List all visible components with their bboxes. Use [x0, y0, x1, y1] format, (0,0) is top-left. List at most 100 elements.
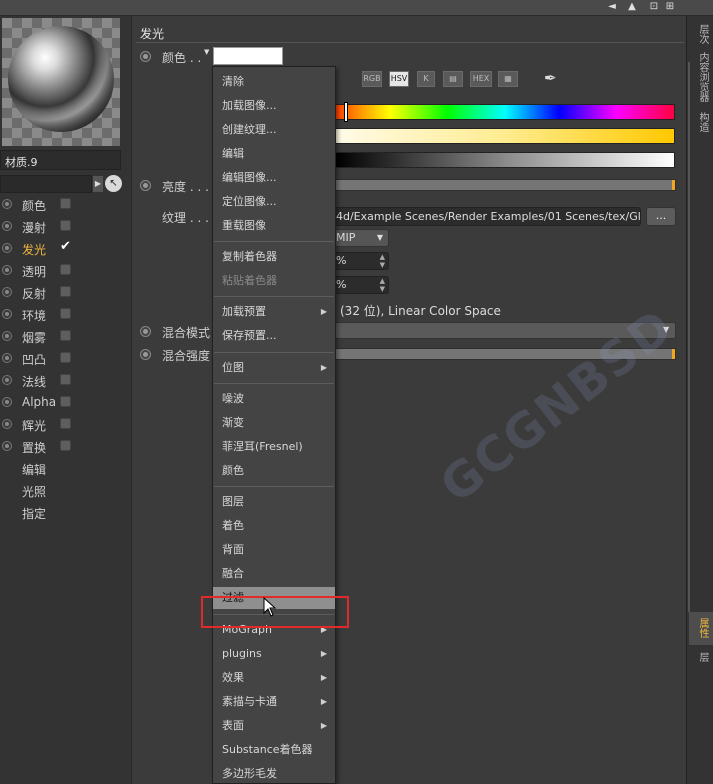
menu-item[interactable]: 清除	[213, 71, 335, 93]
channel-radio[interactable]	[2, 375, 12, 385]
channel-label[interactable]: Alpha	[22, 395, 56, 409]
channel-label[interactable]: 环境	[22, 307, 46, 324]
channel-radio[interactable]	[2, 199, 12, 209]
mixer-mode-button[interactable]: ▤	[443, 71, 463, 87]
eyedropper-icon[interactable]: ✒	[544, 69, 562, 89]
texture-path-field[interactable]: 4d/Example Scenes/Render Examples/01 Sce…	[323, 207, 641, 226]
channel-row[interactable]: 漫射	[0, 216, 130, 238]
lock-icon[interactable]: ⊡	[648, 1, 660, 13]
color-swatch[interactable]	[213, 47, 283, 65]
channel-row[interactable]: Alpha	[0, 392, 130, 414]
tab-content-browser[interactable]: 内容浏览器	[690, 52, 710, 102]
channel-radio[interactable]	[2, 243, 12, 253]
channel-checkbox[interactable]	[60, 352, 71, 363]
expand-arrow-icon[interactable]: ▶	[93, 176, 103, 192]
browse-button[interactable]: ...	[646, 207, 676, 226]
channel-checkbox[interactable]	[60, 330, 71, 341]
scrollbar[interactable]	[688, 62, 690, 612]
up-arrow-icon[interactable]: ▲	[626, 1, 638, 13]
material-preview[interactable]	[2, 18, 120, 146]
channel-checkbox[interactable]	[60, 418, 71, 429]
blend-strength-anim-radio[interactable]	[140, 349, 151, 360]
channel-label[interactable]: 颜色	[22, 197, 46, 214]
channel-checkbox[interactable]	[60, 286, 71, 297]
color-anim-radio[interactable]	[140, 51, 151, 62]
channel-row[interactable]: 反射	[0, 282, 130, 304]
channel-label[interactable]: 凹凸	[22, 351, 46, 368]
menu-item[interactable]: 渐变	[213, 412, 335, 434]
menu-item[interactable]: 创建纹理...	[213, 119, 335, 141]
channel-label[interactable]: 反射	[22, 285, 46, 302]
channel-radio[interactable]	[2, 397, 12, 407]
channel-checkbox[interactable]	[60, 374, 71, 385]
channel-label[interactable]: 透明	[22, 263, 46, 280]
channel-checkbox[interactable]	[60, 264, 71, 275]
slider-handle[interactable]	[672, 180, 675, 190]
channel-checkbox[interactable]	[60, 440, 71, 451]
tab-attributes[interactable]: 属性	[690, 618, 710, 638]
channel-radio[interactable]	[2, 287, 12, 297]
menu-item[interactable]: 编辑图像...	[213, 167, 335, 189]
menu-item[interactable]: 保存预置...	[213, 325, 335, 347]
menu-item[interactable]: 菲涅耳(Fresnel)	[213, 436, 335, 458]
channel-row[interactable]: 置换	[0, 436, 130, 458]
hex-mode-button[interactable]: HEX	[470, 71, 492, 87]
channel-row[interactable]: 凹凸	[0, 348, 130, 370]
channel-extra-item[interactable]: 指定	[0, 502, 130, 524]
channel-row[interactable]: 辉光	[0, 414, 130, 436]
channel-checkbox[interactable]	[60, 396, 71, 407]
menu-item[interactable]: 颜色	[213, 460, 335, 482]
channel-radio[interactable]	[2, 331, 12, 341]
menu-item[interactable]: 加载预置 ▶	[213, 301, 335, 323]
menu-item[interactable]: 位图 ▶	[213, 357, 335, 379]
channel-row[interactable]: 法线	[0, 370, 130, 392]
channel-radio[interactable]	[2, 265, 12, 275]
channel-checkbox[interactable]	[60, 220, 71, 231]
channel-label[interactable]: 法线	[22, 373, 46, 390]
channel-checkbox[interactable]	[60, 308, 71, 319]
brightness-slider[interactable]	[335, 179, 676, 191]
color-dropdown-icon[interactable]: ▼	[204, 48, 209, 56]
menu-item[interactable]: 素描与卡通 ▶	[213, 691, 335, 713]
tab-structure[interactable]: 构造	[690, 112, 710, 132]
channel-label[interactable]: 漫射	[22, 219, 46, 236]
pick-cursor-icon[interactable]: ↖	[105, 175, 122, 192]
menu-item[interactable]: 融合	[213, 563, 335, 585]
hue-marker[interactable]	[344, 102, 348, 122]
channel-radio[interactable]	[2, 221, 12, 231]
material-search-input[interactable]	[0, 175, 92, 193]
menu-item[interactable]: 加载图像...	[213, 95, 335, 117]
checkmark-icon[interactable]: ✔	[60, 240, 71, 253]
channel-checkbox[interactable]	[60, 198, 71, 209]
channel-label[interactable]: 烟雾	[22, 329, 46, 346]
menu-item[interactable]: 表面 ▶	[213, 715, 335, 737]
channel-radio[interactable]	[2, 309, 12, 319]
channel-extra-item[interactable]: 光照	[0, 480, 130, 502]
value-slider[interactable]	[335, 152, 675, 168]
tab-layers[interactable]: 层	[690, 652, 710, 662]
tab-hierarchy[interactable]: 层次	[690, 24, 710, 44]
channel-label[interactable]: 发光	[22, 241, 46, 258]
new-panel-icon[interactable]: ⊞	[664, 1, 676, 13]
menu-item[interactable]: 编辑	[213, 143, 335, 165]
rgb-mode-button[interactable]: RGB	[362, 71, 382, 87]
back-arrow-icon[interactable]: ◄	[606, 1, 618, 13]
kelvin-mode-button[interactable]: K	[417, 71, 435, 87]
stepper-icon[interactable]: ▲ ▼	[380, 277, 385, 293]
menu-item[interactable]: 多边形毛发	[213, 763, 335, 784]
saturation-slider[interactable]	[335, 128, 675, 144]
hue-slider[interactable]	[335, 104, 675, 120]
menu-item[interactable]: 着色	[213, 515, 335, 537]
channel-row[interactable]: 环境	[0, 304, 130, 326]
hsv-mode-button[interactable]: HSV	[389, 71, 409, 87]
menu-item[interactable]: 图层	[213, 491, 335, 513]
stepper-icon[interactable]: ▲ ▼	[380, 253, 385, 269]
channel-row[interactable]: 发光 ✔	[0, 238, 130, 260]
blend-mode-anim-radio[interactable]	[140, 326, 151, 337]
channel-label[interactable]: 置换	[22, 439, 46, 456]
menu-item[interactable]: 粘贴着色器	[213, 270, 335, 292]
channel-label[interactable]: 辉光	[22, 417, 46, 434]
swatch-mode-button[interactable]: ▦	[498, 71, 518, 87]
material-name-field[interactable]: 材质.9	[0, 150, 121, 170]
menu-item[interactable]: 噪波	[213, 388, 335, 410]
